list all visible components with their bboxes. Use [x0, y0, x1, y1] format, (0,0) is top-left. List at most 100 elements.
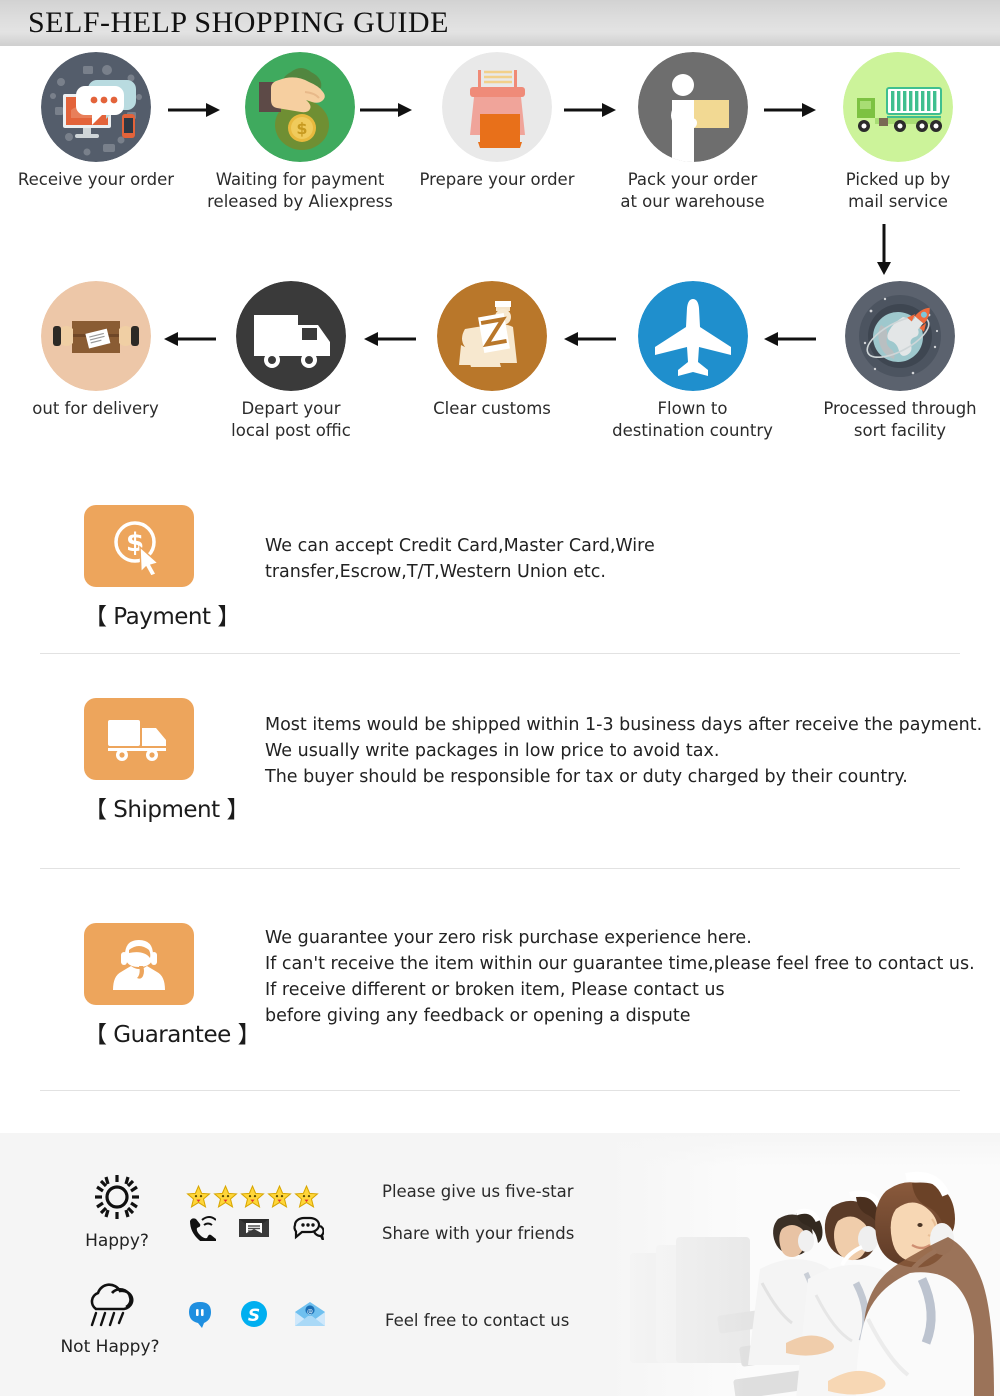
svg-text:@: @	[307, 1309, 313, 1316]
guarantee-caption: 【 Guarantee 】	[84, 1022, 261, 1048]
page-header: SELF-HELP SHOPPING GUIDE	[0, 0, 1000, 46]
rain-cloud-icon	[90, 1283, 134, 1327]
footer-contact-bar: Happy? Please give us five-star Share wi…	[0, 1133, 1000, 1396]
shopping-guide-page: SELF-HELP SHOPPING GUIDE Receive your or…	[0, 0, 1000, 1396]
flow-node-label: Depart your local post offic	[231, 399, 351, 440]
support-agent-icon	[84, 923, 194, 1005]
guarantee-line: We guarantee your zero risk purchase exp…	[265, 928, 752, 948]
aliwangwang-icon[interactable]	[185, 1300, 215, 1328]
guarantee-text: We guarantee your zero risk purchase exp…	[265, 925, 975, 1029]
cargo-truck-icon	[843, 52, 953, 162]
guarantee-line: If can't receive the item within our gua…	[265, 954, 975, 974]
flow-node-prepare-order: Prepare your order	[412, 52, 582, 191]
shipment-text: Most items would be shipped within 1-3 b…	[265, 712, 982, 790]
flow-node-label: Picked up by mail service	[845, 170, 951, 211]
shipment-line: The buyer should be responsible for tax …	[265, 767, 908, 787]
worker-parcel-icon	[637, 52, 748, 162]
five-star-text: Please give us five-star	[382, 1181, 574, 1201]
svg-text:S: S	[248, 1306, 260, 1326]
flow-node-out-for-delivery: out for delivery	[8, 281, 183, 420]
flow-node-label: Waiting for payment released by Aliexpre…	[207, 170, 393, 211]
star-icon	[267, 1184, 292, 1208]
star-rating[interactable]	[186, 1184, 324, 1209]
flow-node-label: out for delivery	[32, 399, 159, 418]
chat-bubble-icon[interactable]	[292, 1216, 324, 1240]
globe-rocket-icon	[845, 281, 955, 391]
payment-line: We can accept Credit Card,Master Card,Wi…	[265, 536, 655, 556]
not-happy-mood: Not Happy?	[55, 1283, 165, 1357]
star-icon	[240, 1184, 265, 1208]
shipping-flow-diagram: Receive your order $ Waiting for payment…	[0, 52, 1000, 456]
flow-node-label: Receive your order	[17, 170, 175, 189]
flow-node-label: Pack your order at our warehouse	[620, 170, 765, 211]
skype-icon[interactable]: S	[239, 1299, 269, 1329]
flow-node-picked-up: Picked up by mail service	[818, 52, 978, 213]
flow-node-waiting-payment: $ Waiting for payment released by Aliexp…	[205, 52, 395, 213]
packing-table-icon	[442, 52, 552, 162]
dollar-coin-click-icon: $	[84, 505, 194, 587]
call-center-agents-photo	[610, 1133, 1000, 1396]
customs-officer-icon	[437, 281, 547, 391]
payment-text: We can accept Credit Card,Master Card,Wi…	[265, 533, 655, 585]
star-icon	[186, 1184, 211, 1208]
flow-node-label: Flown to destination country	[612, 399, 773, 440]
phone-ringing-icon[interactable]	[186, 1215, 216, 1241]
star-icon	[213, 1184, 238, 1208]
guarantee-line: If receive different or broken item, Ple…	[265, 980, 725, 1000]
footer-row-not-happy: Not Happy? S @ Feel free to contact us	[55, 1283, 569, 1357]
hand-money-bag-icon: $	[245, 52, 355, 162]
flow-node-label: Processed through sort facility	[823, 399, 977, 440]
flow-node-receive-order: Receive your order	[11, 52, 181, 191]
flow-node-clear-customs: Clear customs	[412, 281, 572, 420]
divider-3	[40, 1090, 960, 1091]
flow-node-label: Clear customs	[433, 399, 551, 418]
airplane-icon	[637, 281, 748, 391]
happy-mood: Happy?	[62, 1173, 172, 1251]
flow-row-1: Receive your order $ Waiting for payment…	[0, 52, 1000, 275]
delivery-van-icon	[236, 281, 346, 391]
section-payment: $ 【 Payment 】 We can accept Credit Card,…	[0, 505, 1000, 630]
not-happy-label: Not Happy?	[60, 1337, 160, 1357]
footer-row-happy: Happy? Please give us five-star Share wi…	[62, 1173, 574, 1251]
section-guarantee: 【 Guarantee 】 We guarantee your zero ris…	[0, 923, 1000, 1048]
page-title: SELF-HELP SHOPPING GUIDE	[28, 6, 449, 39]
happy-icon-stack	[186, 1184, 324, 1241]
sun-icon	[95, 1175, 139, 1219]
star-icon	[294, 1184, 319, 1208]
payment-icon-group: $ 【 Payment 】	[84, 505, 240, 631]
flow-node-pack-order: Pack your order at our warehouse	[605, 52, 780, 213]
happy-texts: Please give us five-star Share with your…	[382, 1182, 574, 1243]
divider-1	[40, 653, 960, 654]
shipment-caption: 【 Shipment 】	[84, 797, 249, 823]
arrow-down-icon	[874, 224, 894, 280]
not-happy-texts: Feel free to contact us	[385, 1311, 569, 1330]
guarantee-icon-group: 【 Guarantee 】	[84, 923, 261, 1049]
payment-line: transfer,Escrow,T/T,Western Union etc.	[265, 562, 606, 582]
guarantee-line: before giving any feedback or opening a …	[265, 1006, 691, 1026]
email-envelope-icon[interactable]: @	[293, 1300, 327, 1328]
payment-caption: 【 Payment 】	[84, 604, 240, 630]
contact-icons-not-happy: S @	[185, 1299, 327, 1329]
shipment-line: We usually write packages in low price t…	[265, 741, 720, 761]
flow-row-2: out for delivery Depart your local post …	[0, 281, 1000, 456]
contact-icons-happy	[186, 1215, 324, 1241]
arrow-left-icon-2	[362, 329, 418, 349]
happy-label: Happy?	[85, 1231, 149, 1251]
flow-node-depart-post-office: Depart your local post offic	[205, 281, 377, 442]
svg-text:$: $	[296, 119, 307, 138]
flow-node-sort-facility: Processed through sort facility	[805, 281, 995, 442]
shipment-line: Most items would be shipped within 1-3 b…	[265, 715, 983, 735]
share-friends-text: Share with your friends	[382, 1223, 575, 1243]
parcel-handover-icon	[40, 281, 151, 391]
shipping-truck-icon	[84, 698, 194, 780]
divider-2	[40, 868, 960, 869]
flow-node-flown-destination: Flown to destination country	[600, 281, 785, 442]
computer-chat-icon	[41, 52, 151, 162]
shipment-icon-group: 【 Shipment 】	[84, 698, 249, 824]
section-shipment: 【 Shipment 】 Most items would be shipped…	[0, 698, 1000, 823]
arrow-right-icon-4	[762, 100, 818, 120]
arrow-right-icon-2	[358, 100, 414, 120]
envelope-mail-icon[interactable]	[238, 1216, 270, 1240]
flow-node-label: Prepare your order	[419, 170, 575, 189]
contact-us-text: Feel free to contact us	[385, 1310, 570, 1330]
